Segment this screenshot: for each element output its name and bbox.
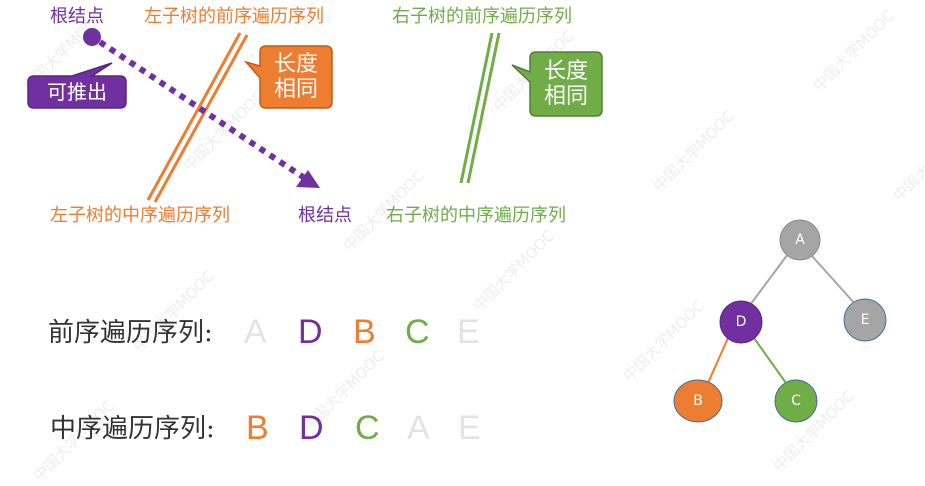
left-preorder-label: 左子树的前序遍历序列 [144,6,324,27]
green-callout-text: 长度 相同 [530,59,602,109]
tree-node-e-label: E [860,312,870,328]
right-preorder-label: 右子树的前序遍历序列 [392,6,572,27]
orange-callout-line2: 相同 [273,77,318,102]
preorder-letter-d: D [298,313,323,351]
tree-node-d-label: D [735,314,747,330]
inorder-letter-c: C [355,409,380,447]
left-inorder-label: 左子树的中序遍历序列 [50,205,230,226]
derive-callout-text: 可推出 [47,80,107,104]
preorder-sequence-label: 前序遍历序列: [48,318,213,348]
root-label-top: 根结点 [50,6,104,27]
root-label-bottom: 根结点 [298,205,352,226]
inorder-letter-e: E [458,409,481,447]
orange-callout-text: 长度 相同 [260,52,332,102]
tree-edge-d-c [753,337,787,384]
preorder-letter-b: B [353,313,376,351]
orange-callout-line1: 长度 [273,52,318,77]
preorder-letter-c: C [405,313,430,351]
inorder-letter-a: A [407,409,430,447]
root-dot [83,28,101,46]
green-length-line-1 [459,32,494,184]
green-callout-line2: 相同 [543,84,588,109]
tree-node-c-label: C [791,393,801,409]
inorder-letter-d: D [299,409,324,447]
orange-length-line-1 [146,32,242,201]
tree-edge-d-b [707,337,729,384]
inorder-letter-b: B [246,409,269,447]
inorder-sequence-label: 中序遍历序列: [50,414,215,444]
green-length-line-2 [466,32,501,184]
tree-node-a-label: A [795,232,805,248]
preorder-letter-e: E [457,313,480,351]
preorder-letter-a: A [244,313,267,351]
orange-length-line-2 [153,34,249,203]
tree-node-b-label: B [693,393,703,409]
green-callout-line1: 长度 [543,59,588,84]
right-inorder-label: 右子树的中序遍历序列 [386,205,566,226]
tree-edge-a-d [749,253,789,306]
tree-edge-a-e [811,255,857,306]
arrow-head [296,170,320,188]
